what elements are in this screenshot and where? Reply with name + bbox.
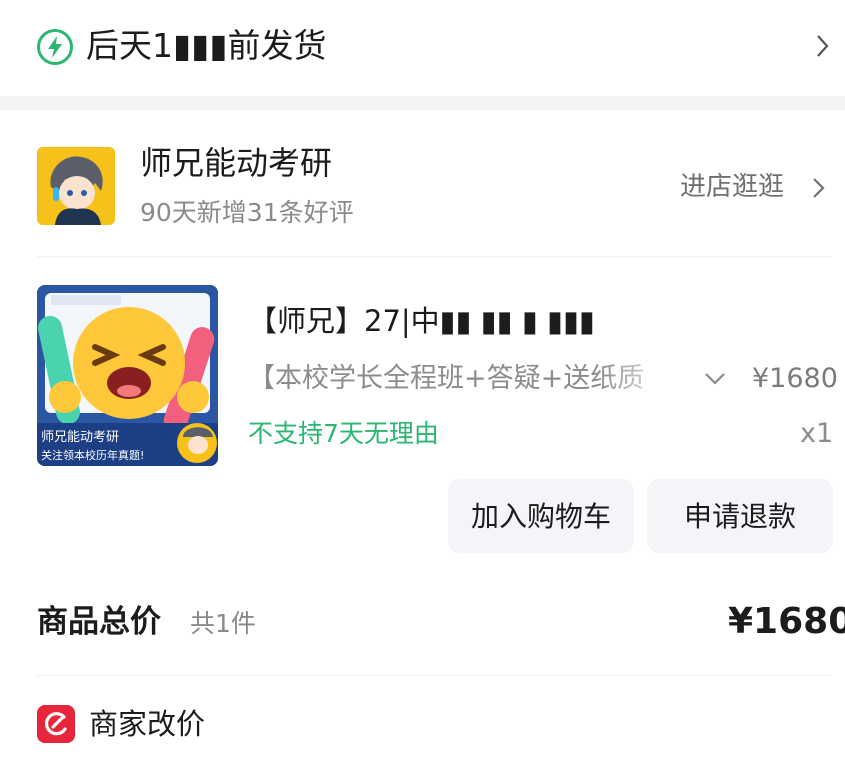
total-label: 商品总价: [37, 604, 161, 640]
total-item-count: 共1件: [190, 609, 256, 638]
shop-name[interactable]: 师兄能动考研: [140, 140, 332, 186]
product-price: ¥1680: [752, 363, 838, 394]
shop-rating-summary: 90天新增31条好评: [140, 198, 354, 227]
lightning-bolt-icon: [37, 29, 73, 65]
total-price: ¥1680: [728, 601, 845, 642]
chevron-right-icon[interactable]: [816, 33, 830, 59]
divider: [37, 675, 832, 676]
product-thumbnail: 师兄能动考研 关注领本校历年真题!: [37, 285, 218, 466]
product-quantity: x1: [800, 418, 834, 449]
chevron-right-icon[interactable]: [812, 176, 826, 200]
divider: [37, 256, 832, 257]
add-to-cart-button[interactable]: 加入购物车: [448, 479, 634, 553]
return-policy-note: 不支持7天无理由: [248, 419, 439, 448]
spec-fade: [600, 355, 700, 403]
merchant-price-change-label[interactable]: 商家改价: [89, 701, 205, 747]
delivery-row[interactable]: 后天1▮▮▮前发货: [0, 0, 845, 96]
request-refund-button[interactable]: 申请退款: [647, 479, 833, 553]
image-caption-2: 关注领本校历年真题!: [41, 448, 144, 462]
product-spec[interactable]: 【本校学长全程班+答疑+送纸质: [248, 358, 644, 400]
anime-avatar-icon: [37, 147, 115, 225]
product-title[interactable]: 【师兄】27|中▮▮ ▮▮ ▮ ▮▮▮: [248, 299, 595, 343]
chevron-down-icon[interactable]: [704, 372, 726, 386]
enter-shop-link[interactable]: 进店逛逛: [680, 166, 784, 208]
delivery-text: 后天1▮▮▮前发货: [86, 26, 327, 65]
product-image[interactable]: 师兄能动考研 关注领本校历年真题!: [37, 285, 218, 466]
price-edit-icon: [37, 705, 75, 743]
shop-avatar[interactable]: [37, 147, 115, 225]
section-divider: [0, 96, 845, 110]
image-caption-1: 师兄能动考研: [41, 430, 119, 445]
